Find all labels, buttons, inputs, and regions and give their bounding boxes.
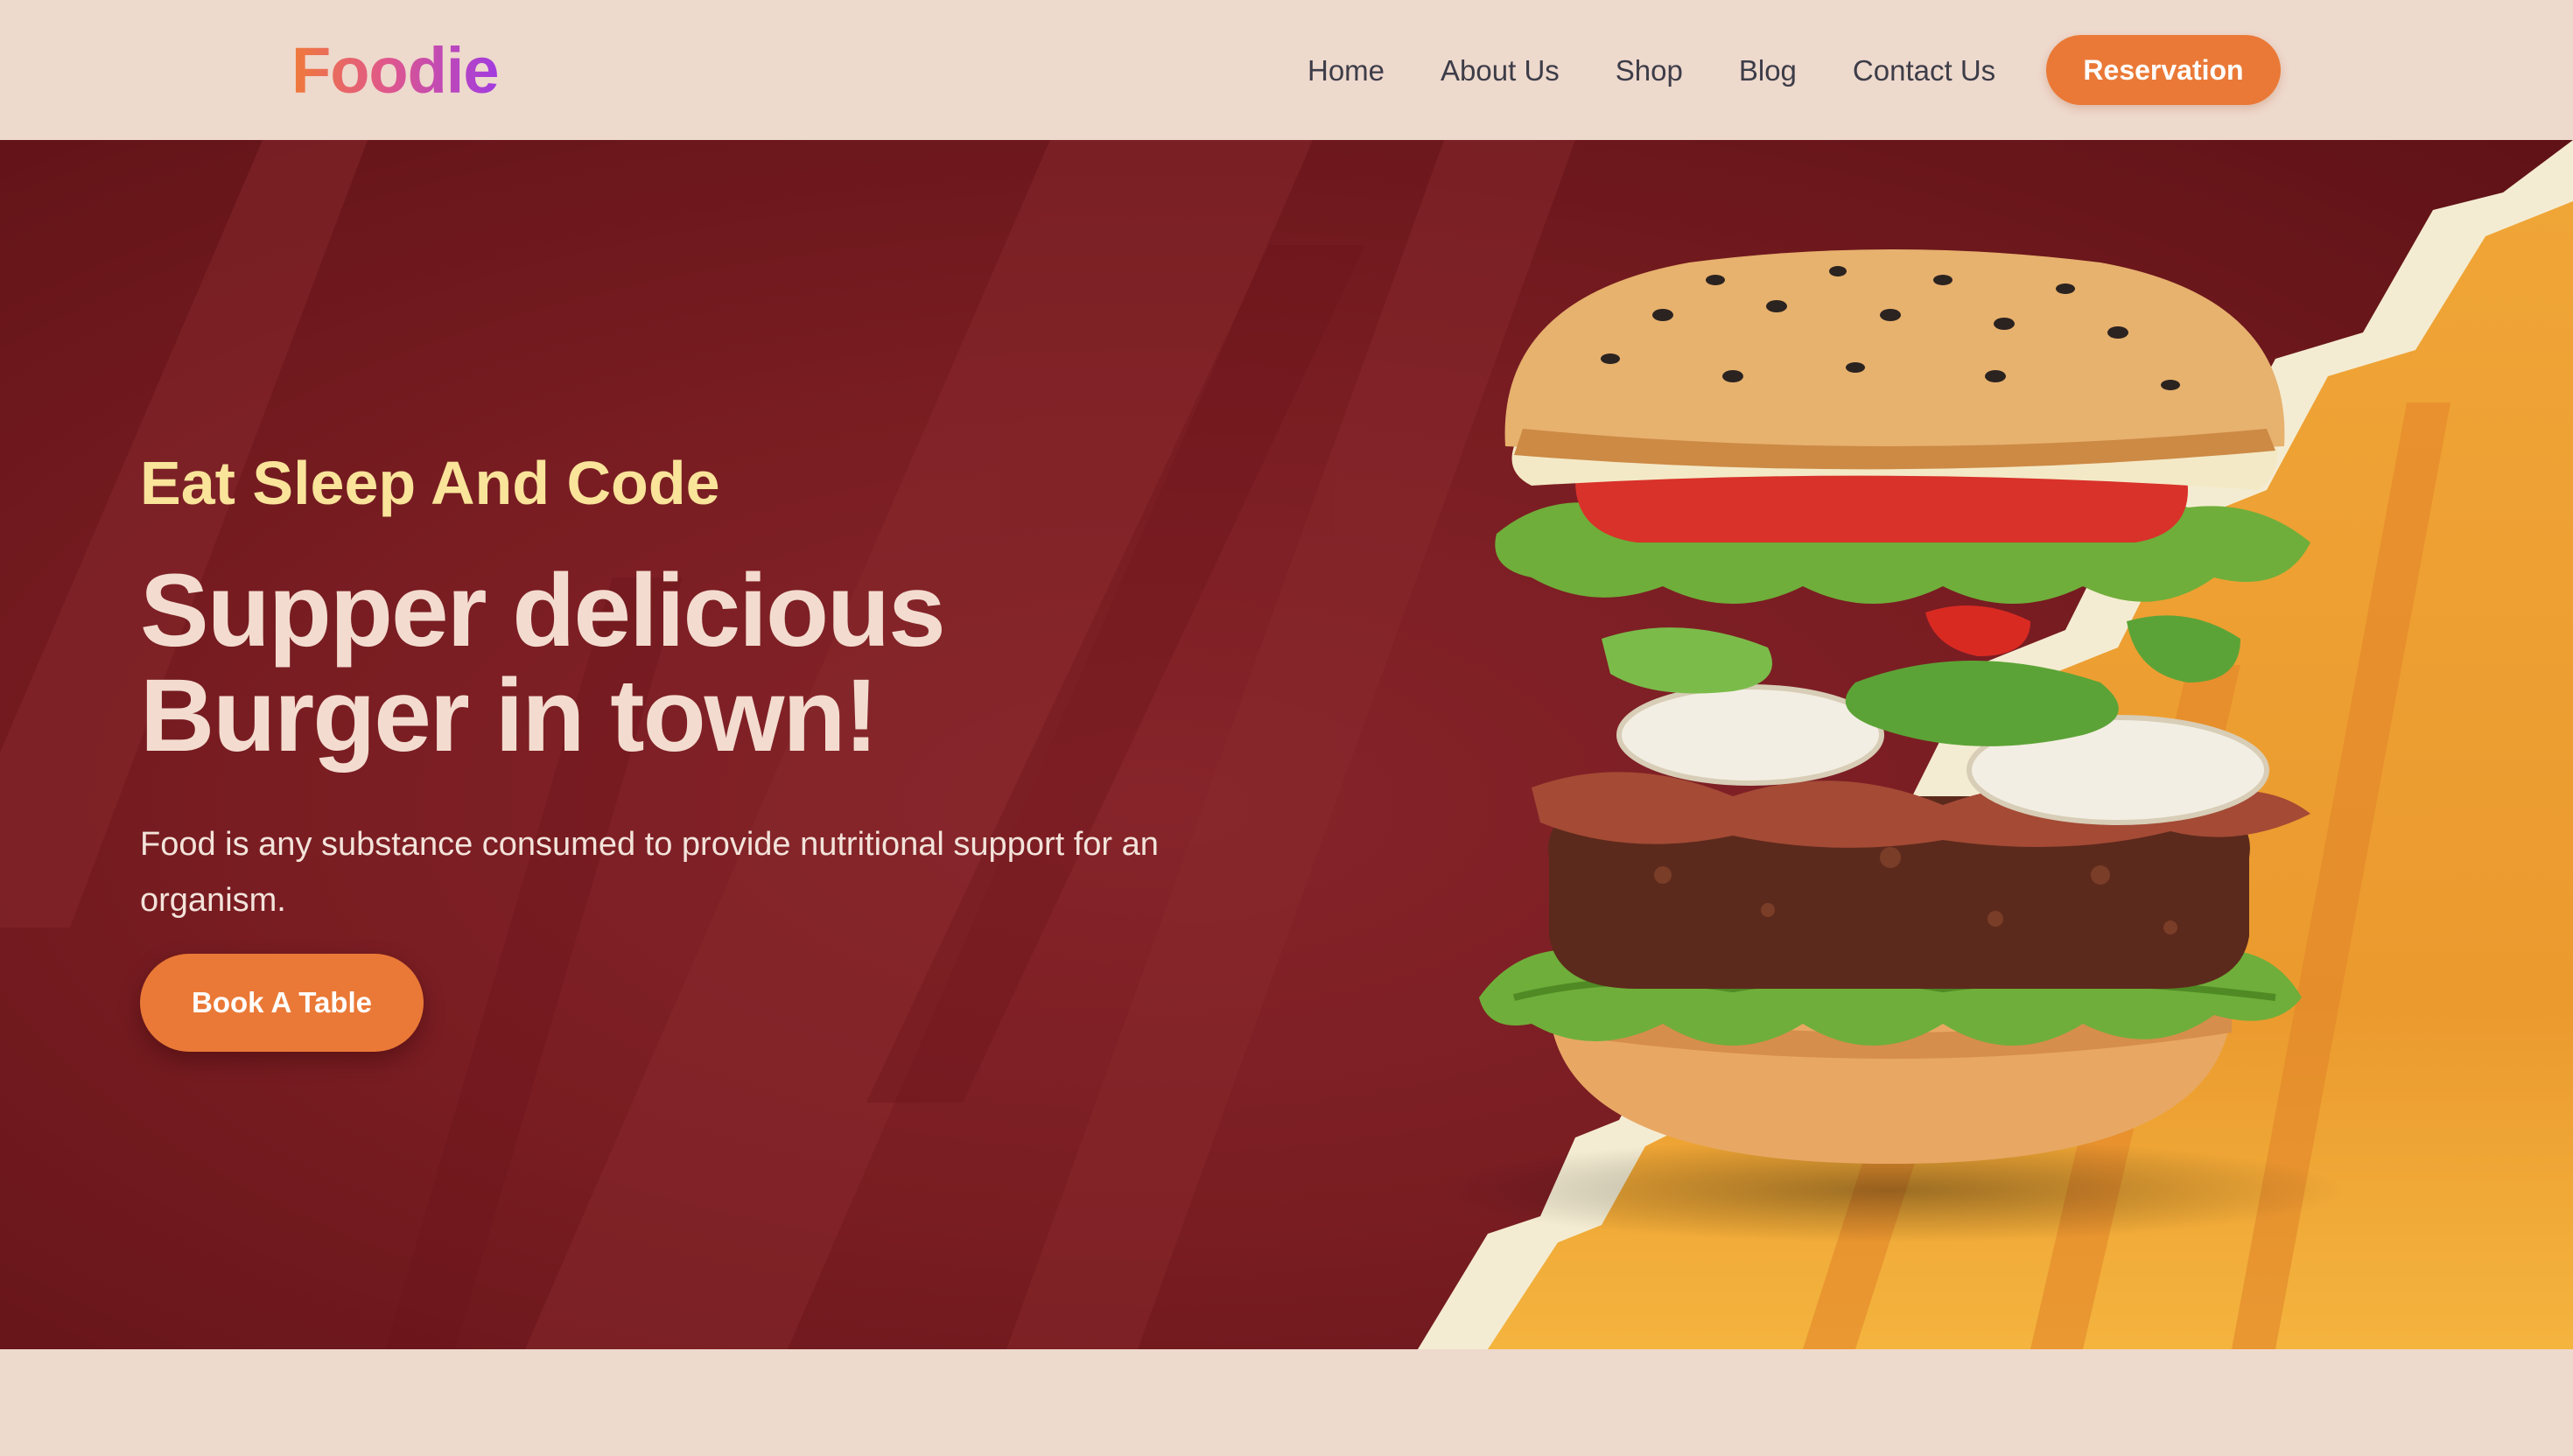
book-a-table-button[interactable]: Book A Table	[140, 954, 424, 1052]
site-header: Foodie Home About Us Shop Blog Contact U…	[0, 0, 2573, 140]
hero-headline-line1: Supper delicious	[140, 553, 946, 668]
nav-home[interactable]: Home	[1308, 54, 1385, 88]
logo[interactable]: Foodie	[291, 32, 500, 110]
hero-description: Food is any substance consumed to provid…	[140, 826, 1159, 919]
main-nav: Home About Us Shop Blog Contact Us	[1308, 47, 2051, 94]
hero-headline: Supper delicious Burger in town!	[140, 558, 1278, 768]
hero-section: Eat Sleep And Code Supper delicious Burg…	[0, 140, 2573, 1349]
nav-blog[interactable]: Blog	[1739, 54, 1797, 88]
hero-tagline: Eat Sleep And Code	[140, 449, 720, 517]
hero-headline-line2: Burger in town!	[140, 658, 879, 774]
nav-shop[interactable]: Shop	[1616, 54, 1683, 88]
nav-about-us[interactable]: About Us	[1441, 54, 1560, 88]
reservation-button[interactable]: Reservation	[2046, 35, 2281, 105]
nav-contact-us[interactable]: Contact Us	[1853, 54, 1995, 88]
burger-image	[1435, 249, 2345, 1242]
